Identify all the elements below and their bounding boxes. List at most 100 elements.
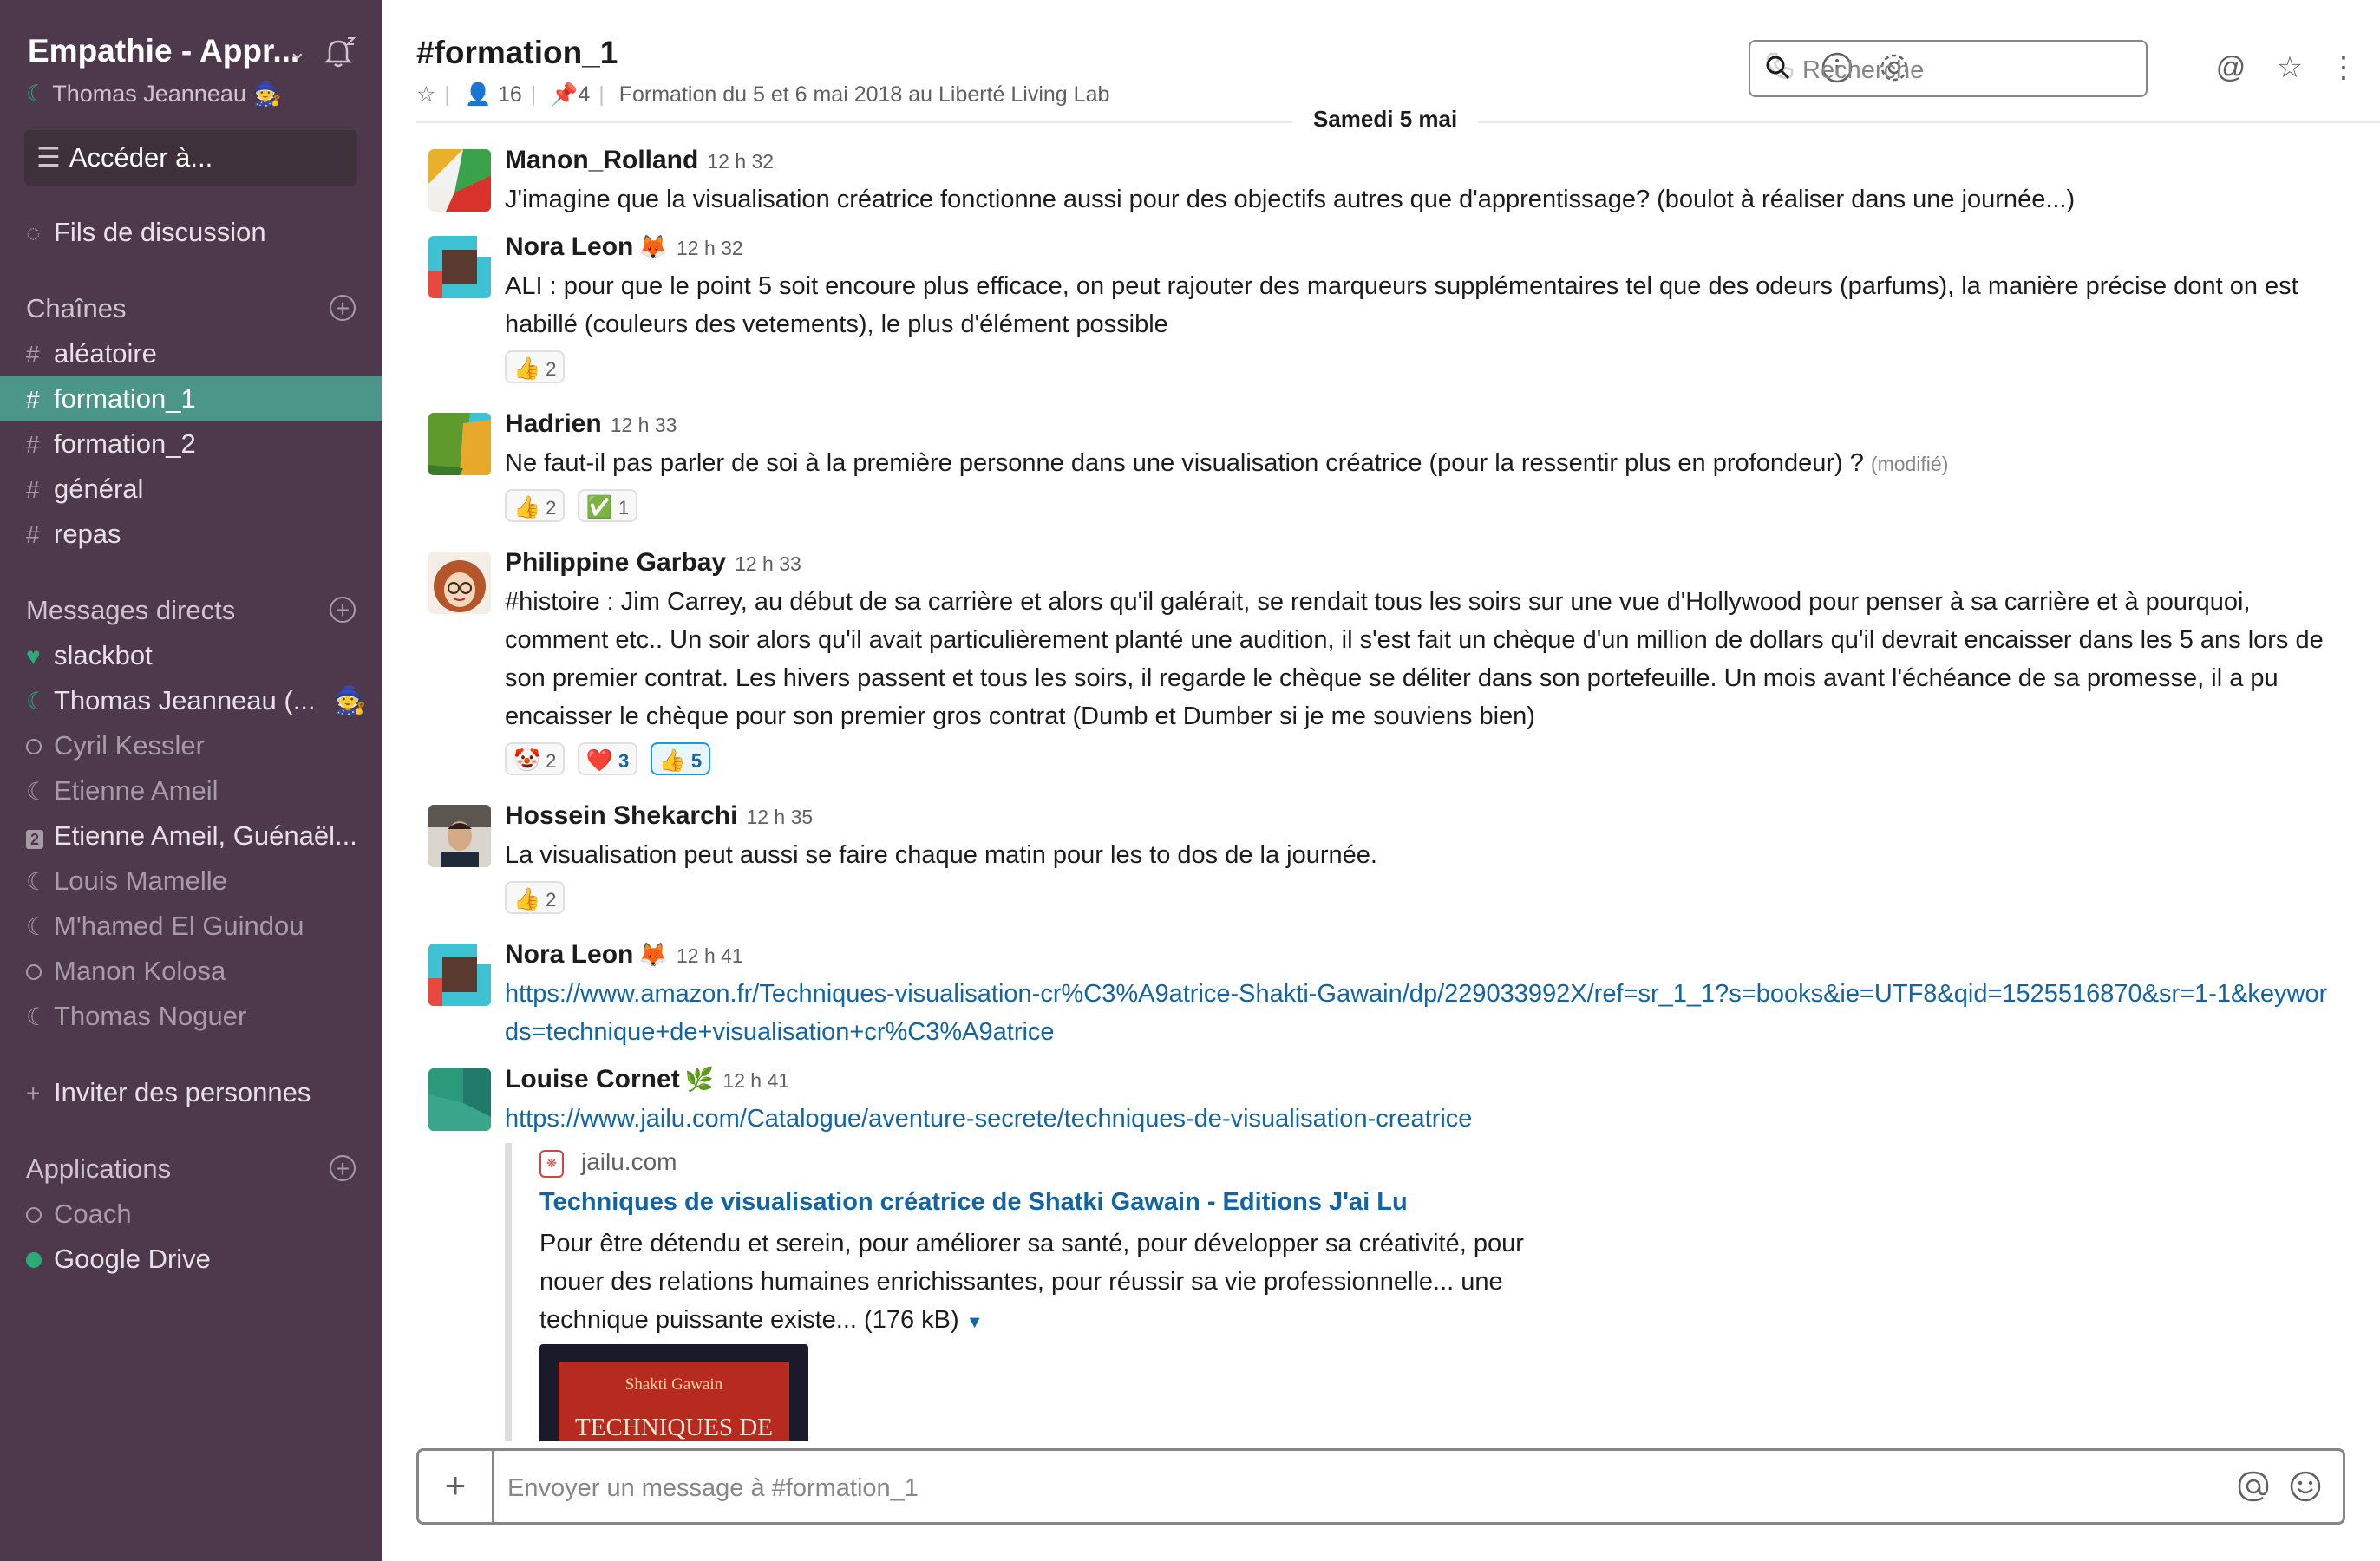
- timestamp[interactable]: 12 h 41: [677, 944, 743, 967]
- bell-icon[interactable]: [321, 35, 356, 74]
- cover-author: Shakti Gawain: [624, 1375, 723, 1394]
- emoji-icon[interactable]: [2287, 1468, 2324, 1505]
- search-icon: [1764, 54, 1792, 86]
- thumbs-up-icon: 👍: [658, 748, 686, 773]
- presence-active-icon: [26, 1252, 42, 1268]
- search-box[interactable]: [1749, 40, 2148, 97]
- search-input[interactable]: [1801, 52, 2134, 88]
- avatar[interactable]: [428, 805, 491, 867]
- preview-size: (176 kB): [864, 1306, 959, 1334]
- message: Louise Cornet 🌿 12 h 41 https://www.jailu.…: [416, 1065, 2359, 1143]
- link-preview: ❋ jailu.com Techniques de visualisation c…: [505, 1143, 1553, 1441]
- message-link[interactable]: https://www.jailu.com/Catalogue/aventure…: [505, 1105, 1472, 1133]
- more-vertical-icon[interactable]: ⋮: [2326, 50, 2361, 85]
- current-user[interactable]: ☾ Thomas Jeanneau 🧙: [26, 80, 282, 108]
- status-emoji-icon: 🧙: [333, 685, 367, 715]
- preview-image[interactable]: Shakti Gawain TECHNIQUES DE VISUALISATIO…: [539, 1344, 808, 1441]
- direct-messages-header[interactable]: Messages directs: [26, 595, 235, 626]
- timestamp[interactable]: 12 h 32: [677, 237, 743, 259]
- avatar[interactable]: [428, 413, 491, 475]
- sidebar-item-app[interactable]: Google Drive: [0, 1237, 382, 1282]
- channel-title[interactable]: #formation_1: [416, 35, 618, 71]
- book-cover: Shakti Gawain TECHNIQUES DE VISUALISATIO…: [559, 1362, 789, 1441]
- author-name[interactable]: Louise Cornet: [505, 1065, 680, 1094]
- message-text: #histoire : Jim Carrey, au début de sa c…: [505, 588, 2324, 730]
- sidebar-item-dm[interactable]: ☾ Thomas Noguer: [0, 994, 382, 1039]
- sidebar-item-dm[interactable]: ☾ Louis Mamelle: [0, 859, 382, 904]
- mentions-icon[interactable]: @: [2213, 50, 2248, 85]
- sidebar-item-dm[interactable]: ♥ slackbot: [0, 633, 382, 678]
- reaction-clown[interactable]: 🤡 2: [505, 742, 566, 775]
- add-app-button[interactable]: +: [330, 1155, 356, 1181]
- sidebar-item-dm[interactable]: Cyril Kessler: [0, 723, 382, 768]
- star-outline-icon[interactable]: ☆: [416, 82, 435, 107]
- avatar[interactable]: [428, 149, 491, 212]
- invite-people-button[interactable]: + Inviter des personnes: [0, 1070, 382, 1115]
- jump-to-button[interactable]: ☰ Accéder à...: [24, 130, 357, 186]
- message-link[interactable]: https://www.amazon.fr/Techniques-visuali…: [505, 980, 2327, 1046]
- sidebar-item-channel[interactable]: # formation_2: [0, 421, 382, 467]
- reaction-thumbs-up[interactable]: 👍 2: [505, 881, 566, 914]
- author-name[interactable]: Manon_Rolland: [505, 146, 698, 174]
- channel-header: #formation_1 ☆ | 👤 16 | 📌4 | Formation du 5…: [382, 0, 2380, 121]
- author-name[interactable]: Hadrien: [505, 409, 602, 438]
- site-favicon-icon: ❋: [539, 1149, 564, 1178]
- reaction-thumbs-up[interactable]: 👍 2: [505, 350, 566, 383]
- threads-item[interactable]: ◌ Fils de discussion: [0, 210, 382, 255]
- preview-site: jailu.com: [581, 1148, 677, 1175]
- sidebar-item-dm[interactable]: Manon Kolosa: [0, 949, 382, 994]
- timestamp[interactable]: 12 h 41: [722, 1069, 789, 1092]
- caret-down-icon[interactable]: ▼: [966, 1313, 984, 1332]
- avatar[interactable]: [428, 236, 491, 298]
- sidebar-item-channel-active[interactable]: # formation_1: [0, 376, 382, 421]
- preview-title[interactable]: Techniques de visualisation créatrice de…: [539, 1188, 1408, 1217]
- sidebar-item-dm[interactable]: ☾ Thomas Jeanneau (... 🧙: [0, 678, 382, 723]
- message-text: Ne faut-il pas parler de soi à la premiè…: [505, 449, 1949, 477]
- channels-header[interactable]: Chaînes: [26, 293, 126, 324]
- sidebar-item-group-dm[interactable]: 2 Etienne Ameil, Guénaël...: [0, 813, 382, 859]
- sidebar-item-channel[interactable]: # aléatoire: [0, 331, 382, 376]
- channel-meta: ☆ | 👤 16 | 📌4 | Formation du 5 et 6 mai 201…: [416, 82, 1110, 107]
- author-name[interactable]: Nora Leon: [505, 940, 633, 969]
- reaction-check[interactable]: ✅ 1: [577, 489, 638, 522]
- mention-icon[interactable]: [2235, 1468, 2272, 1505]
- presence-away-icon: [26, 1207, 42, 1223]
- members-icon[interactable]: 👤: [465, 82, 492, 107]
- apps-header[interactable]: Applications: [26, 1153, 171, 1185]
- message-input[interactable]: [506, 1468, 2157, 1508]
- timestamp[interactable]: 12 h 35: [746, 806, 813, 828]
- message-text: https://www.jailu.com/Catalogue/aventure…: [505, 1100, 2335, 1138]
- star-icon[interactable]: ☆: [2272, 50, 2307, 85]
- author-name[interactable]: Nora Leon: [505, 232, 633, 261]
- member-count[interactable]: 16: [498, 82, 522, 107]
- reaction-heart[interactable]: ❤️ 3: [577, 742, 638, 775]
- workspace-name[interactable]: Empathie - Appr...: [28, 33, 299, 69]
- sidebar-item-channel[interactable]: # repas: [0, 512, 382, 557]
- sidebar-item-dm[interactable]: ☾ M'hamed El Guindou: [0, 904, 382, 949]
- attach-plus-button[interactable]: +: [419, 1451, 494, 1522]
- timestamp[interactable]: 12 h 33: [735, 552, 801, 575]
- message: Nora Leon 🦊 12 h 41 https://www.amazon.fr/…: [416, 940, 2359, 1051]
- edited-label: (modifié): [1870, 453, 1949, 475]
- avatar[interactable]: [428, 552, 491, 614]
- author-name[interactable]: Hossein Shekarchi: [505, 801, 737, 830]
- sidebar-item-channel[interactable]: # général: [0, 467, 382, 512]
- pin-count[interactable]: 4: [578, 82, 590, 107]
- fox-icon: 🦊: [638, 942, 668, 968]
- reaction-thumbs-up[interactable]: 👍 5: [650, 742, 711, 775]
- reaction-thumbs-up[interactable]: 👍 2: [505, 489, 566, 522]
- add-channel-button[interactable]: +: [330, 295, 356, 321]
- avatar[interactable]: [428, 944, 491, 1006]
- add-dm-button[interactable]: +: [330, 597, 356, 623]
- thumbs-up-icon: 👍: [513, 495, 541, 519]
- message: Philippine Garbay 12 h 33 #histoire : Jim…: [416, 548, 2359, 784]
- sidebar-item-dm[interactable]: ☾ Etienne Ameil: [0, 768, 382, 813]
- chevron-down-icon[interactable]: ⌄: [288, 38, 307, 65]
- channel-topic[interactable]: Formation du 5 et 6 mai 2018 au Liberté …: [619, 82, 1110, 107]
- avatar[interactable]: [428, 1068, 491, 1131]
- pin-icon[interactable]: 📌: [551, 82, 578, 107]
- sidebar-item-app[interactable]: Coach: [0, 1192, 382, 1237]
- timestamp[interactable]: 12 h 33: [611, 414, 677, 436]
- author-name[interactable]: Philippine Garbay: [505, 548, 726, 577]
- timestamp[interactable]: 12 h 32: [707, 150, 774, 173]
